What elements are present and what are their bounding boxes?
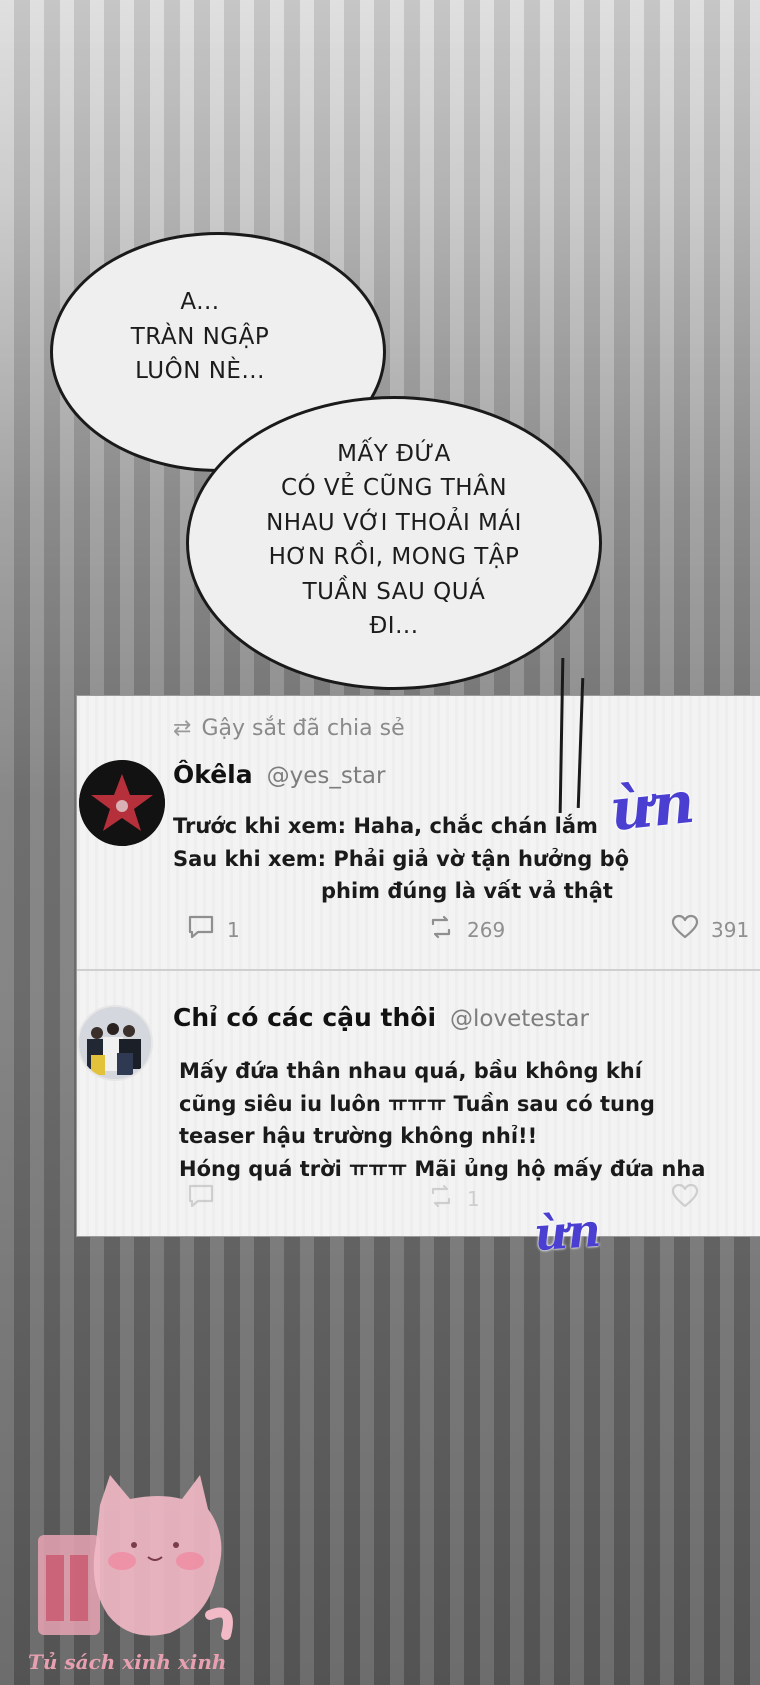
- cat-logo-icon: [38, 1475, 233, 1640]
- repost-button[interactable]: 269: [427, 914, 505, 946]
- repost-button[interactable]: 1: [427, 1183, 480, 1215]
- bubble1-line: TRÀN NGẬP: [130, 323, 270, 350]
- bubble1-line: A...: [180, 289, 220, 316]
- avatar[interactable]: [77, 1005, 153, 1081]
- post-line: phim đúng là vất vả thật: [321, 879, 613, 904]
- like-icon: [671, 1183, 699, 1215]
- username[interactable]: @yes_star: [267, 763, 386, 789]
- speech-bubble-2: MẤY ĐỨA CÓ VẺ CŨNG THÂN NHAU VỚI THOẢI M…: [186, 396, 602, 690]
- display-name[interactable]: Ôkêla: [173, 760, 253, 789]
- post-line: teaser hậu trường không nhỉ!!: [179, 1124, 538, 1149]
- avatar[interactable]: [79, 760, 165, 846]
- repost-count: 269: [467, 918, 506, 942]
- repost-icon: ⇄: [173, 716, 192, 741]
- bubble1-line: LUÔN NÈ...: [135, 358, 265, 385]
- like-count: 391: [711, 918, 750, 942]
- repost-icon: [427, 1183, 455, 1215]
- post-body: Mấy đứa thân nhau quá, bầu không khí cũn…: [179, 1055, 705, 1185]
- post-line: cũng siêu iu luôn ㅠㅠㅠ Tuần sau có tung: [179, 1091, 655, 1116]
- like-icon: [671, 914, 699, 946]
- reply-icon: [187, 914, 215, 946]
- like-button[interactable]: [671, 1183, 699, 1215]
- reply-count: 1: [227, 918, 240, 942]
- group-photo-avatar-icon: [79, 1007, 151, 1079]
- post-line: Trước khi xem: Haha, chắc chán lắm: [173, 814, 598, 838]
- bubble2-line: NHAU VỚI THOẢI MÁI: [266, 509, 522, 536]
- bubble2-line: CÓ VẺ CŨNG THÂN: [280, 475, 508, 501]
- author-row: Ôkêla @yes_star: [173, 760, 385, 789]
- post-item[interactable]: Chỉ có các cậu thôi @lovetestar Mấy đứa …: [77, 973, 760, 1238]
- author-row: Chỉ có các cậu thôi @lovetestar: [173, 1003, 589, 1032]
- reply-button[interactable]: 1: [187, 914, 240, 946]
- display-name[interactable]: Chỉ có các cậu thôi: [173, 1003, 436, 1032]
- repost-label: Gậy sắt đã chia sẻ: [201, 716, 405, 741]
- handwritten-note: ừn: [532, 1202, 603, 1262]
- bubble2-line: ĐI...: [369, 613, 419, 639]
- post-body: Trước khi xem: Haha, chắc chán lắm Sau k…: [173, 810, 629, 908]
- reply-button[interactable]: [187, 1183, 215, 1215]
- bubble2-line: HƠN RỒI, MONG TẬP: [268, 544, 520, 570]
- post-line: Mấy đứa thân nhau quá, bầu không khí: [179, 1059, 642, 1083]
- post-line: Hóng quá trời ㅠㅠㅠ Mãi ủng hộ mấy đứa nha: [179, 1156, 706, 1181]
- repost-icon: [427, 914, 455, 946]
- like-button[interactable]: 391: [671, 914, 749, 946]
- bubble2-line: TUẦN SAU QUÁ: [302, 578, 486, 605]
- repost-count: 1: [467, 1187, 480, 1211]
- reply-icon: [187, 1183, 215, 1215]
- star-avatar-icon: [79, 760, 165, 846]
- username[interactable]: @lovetestar: [450, 1006, 589, 1032]
- bubble2-line: MẤY ĐỨA: [337, 440, 451, 467]
- post-line: Sau khi xem: Phải giả vờ tận hưởng bộ: [173, 846, 630, 871]
- watermark-text: Tủ sách xinh xinh: [28, 1650, 227, 1674]
- repost-indicator: ⇄ Gậy sắt đã chia sẻ: [173, 716, 405, 741]
- handwritten-note: ừn: [606, 767, 698, 845]
